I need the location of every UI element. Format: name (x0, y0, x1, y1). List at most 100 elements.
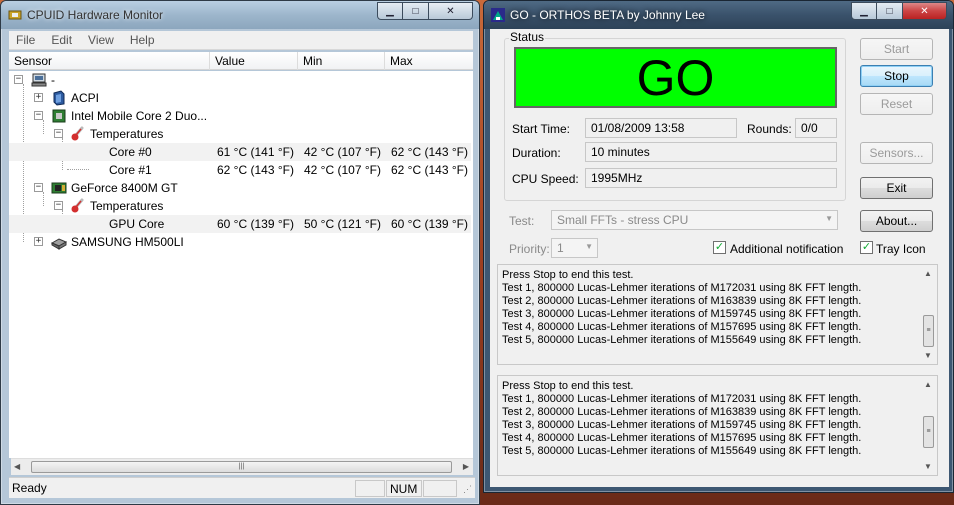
hwmon-menubar: File Edit View Help (9, 31, 473, 50)
start-time-label: Start Time: (512, 122, 571, 136)
tree-node-acpi[interactable]: + ACPI (9, 89, 471, 107)
resize-grip-icon[interactable]: ⋰ (463, 484, 472, 495)
collapse-icon[interactable]: − (34, 183, 43, 192)
core1-value: 62 °C (143 °F) (217, 163, 294, 177)
close-button[interactable]: ✕ (903, 2, 947, 20)
go-indicator: GO (514, 47, 837, 108)
status-cell-empty (355, 480, 385, 497)
priority-select-value: 1 (557, 241, 564, 255)
collapse-icon[interactable]: − (34, 111, 43, 120)
scroll-down-icon[interactable]: ▼ (924, 462, 932, 471)
cpu-label: Intel Mobile Core 2 Duo... (71, 109, 208, 123)
priority-select[interactable]: 1 ▼ (551, 238, 598, 258)
tree-node-cpu-temperatures[interactable]: − Temperatures (9, 125, 471, 143)
log-panel-1[interactable]: Press Stop to end this test. Test 1, 800… (497, 264, 938, 365)
tree-node-hdd[interactable]: + SAMSUNG HM500LI (9, 233, 471, 251)
core1-min: 42 °C (107 °F) (304, 163, 381, 177)
sensors-button[interactable]: Sensors... (860, 142, 933, 164)
core0-min: 42 °C (107 °F) (304, 145, 381, 159)
log-text-1: Press Stop to end this test. Test 1, 800… (502, 269, 862, 346)
stop-button[interactable]: Stop (860, 65, 933, 87)
menu-file[interactable]: File (9, 33, 44, 47)
status-text: Ready (12, 481, 47, 495)
cpu-temperatures-label: Temperatures (90, 127, 164, 141)
maximize-button[interactable]: □ (403, 2, 429, 20)
hard-drive-icon (51, 238, 67, 250)
cpu-speed-field: 1995MHz (585, 168, 837, 188)
col-min[interactable]: Min (298, 52, 385, 70)
log-scrollbar-2[interactable]: ▲ ≡ ▼ (920, 376, 937, 475)
duration-label: Duration: (512, 146, 561, 160)
cpu-speed-label: CPU Speed: (512, 172, 579, 186)
tree-root[interactable]: − - (9, 71, 471, 89)
sensor-row-gpucore[interactable]: GPU Core 60 °C (139 °F) 50 °C (121 °F) 6… (9, 215, 471, 233)
rounds-label: Rounds: (747, 122, 792, 136)
scroll-up-icon[interactable]: ▲ (924, 269, 932, 278)
scroll-up-icon[interactable]: ▲ (924, 380, 932, 389)
tree-node-cpu[interactable]: − Intel Mobile Core 2 Duo... (9, 107, 471, 125)
computer-icon (31, 73, 47, 87)
priority-label: Priority: (509, 242, 550, 256)
reset-button[interactable]: Reset (860, 93, 933, 115)
sensor-row-core0[interactable]: Core #0 61 °C (141 °F) 42 °C (107 °F) 62… (9, 143, 471, 161)
minimize-button[interactable]: ▁ (377, 2, 403, 20)
about-button[interactable]: About... (860, 210, 933, 232)
start-time-field: 01/08/2009 13:58 (585, 118, 737, 138)
gpucore-max: 60 °C (139 °F) (391, 217, 468, 231)
scroll-thumb[interactable]: ≡ (923, 416, 934, 448)
close-button[interactable]: ✕ (429, 2, 473, 20)
menu-help[interactable]: Help (123, 33, 164, 47)
test-label: Test: (509, 214, 535, 228)
maximize-button[interactable]: □ (877, 2, 903, 20)
collapse-icon[interactable]: − (14, 75, 23, 84)
graphics-card-icon (51, 182, 67, 194)
expand-icon[interactable]: + (34, 237, 43, 246)
tree-node-gpu[interactable]: − GeForce 8400M GT (9, 179, 471, 197)
gpucore-value: 60 °C (139 °F) (217, 217, 294, 231)
minimize-button[interactable]: ▁ (851, 2, 877, 20)
orthos-titlebar[interactable]: GO - ORTHOS BETA by Johnny Lee ▁ □ ✕ (484, 1, 953, 29)
acpi-icon (53, 90, 65, 106)
col-max[interactable]: Max (385, 52, 473, 70)
tree-node-gpu-temperatures[interactable]: − Temperatures (9, 197, 471, 215)
dropdown-arrow-icon: ▼ (585, 242, 593, 251)
orthos-title: GO - ORTHOS BETA by Johnny Lee (510, 8, 705, 22)
acpi-label: ACPI (71, 91, 100, 105)
thermometer-icon (71, 198, 84, 213)
log-scrollbar-1[interactable]: ▲ ≡ ▼ (920, 265, 937, 364)
col-sensor[interactable]: Sensor (9, 52, 210, 70)
log-text-2: Press Stop to end this test. Test 1, 800… (502, 380, 862, 457)
sensor-tree: − - + ACPI − Intel Mobile Core 2 Duo... … (9, 71, 473, 458)
scroll-thumb[interactable]: ≡ (923, 315, 934, 347)
sensor-row-core1[interactable]: Core #1 62 °C (143 °F) 42 °C (107 °F) 62… (9, 161, 471, 179)
cpuid-app-icon (8, 10, 22, 20)
collapse-icon[interactable]: − (54, 201, 63, 210)
scroll-left-icon[interactable]: ◀ (14, 462, 20, 471)
additional-notification-label[interactable]: Additional notification (730, 242, 843, 256)
hwmon-title: CPUID Hardware Monitor (27, 8, 164, 22)
orthos-app-icon (491, 8, 505, 22)
test-select-value: Small FFTs - stress CPU (557, 213, 689, 227)
gpucore-name: GPU Core (109, 217, 165, 231)
scroll-thumb[interactable]: ||| (31, 461, 452, 473)
gpucore-min: 50 °C (121 °F) (304, 217, 381, 231)
status-group-label: Status (509, 30, 546, 44)
col-value[interactable]: Value (210, 52, 298, 70)
log-panel-2[interactable]: Press Stop to end this test. Test 1, 800… (497, 375, 938, 476)
collapse-icon[interactable]: − (54, 129, 63, 138)
horizontal-scrollbar[interactable]: ◀ ||| ▶ (11, 458, 473, 475)
expand-icon[interactable]: + (34, 93, 43, 102)
scroll-right-icon[interactable]: ▶ (463, 462, 469, 471)
core0-max: 62 °C (143 °F) (391, 145, 468, 159)
test-select[interactable]: Small FFTs - stress CPU ▼ (551, 210, 838, 230)
core1-max: 62 °C (143 °F) (391, 163, 468, 177)
exit-button[interactable]: Exit (860, 177, 933, 199)
menu-edit[interactable]: Edit (44, 33, 81, 47)
tray-icon-label[interactable]: Tray Icon (876, 242, 926, 256)
hwmon-titlebar[interactable]: CPUID Hardware Monitor ▁ □ ✕ (1, 1, 479, 29)
menu-view[interactable]: View (81, 33, 123, 47)
scroll-down-icon[interactable]: ▼ (924, 351, 932, 360)
tray-icon-checkbox[interactable]: ✓ (860, 241, 873, 254)
additional-notification-checkbox[interactable]: ✓ (713, 241, 726, 254)
start-button[interactable]: Start (860, 38, 933, 60)
